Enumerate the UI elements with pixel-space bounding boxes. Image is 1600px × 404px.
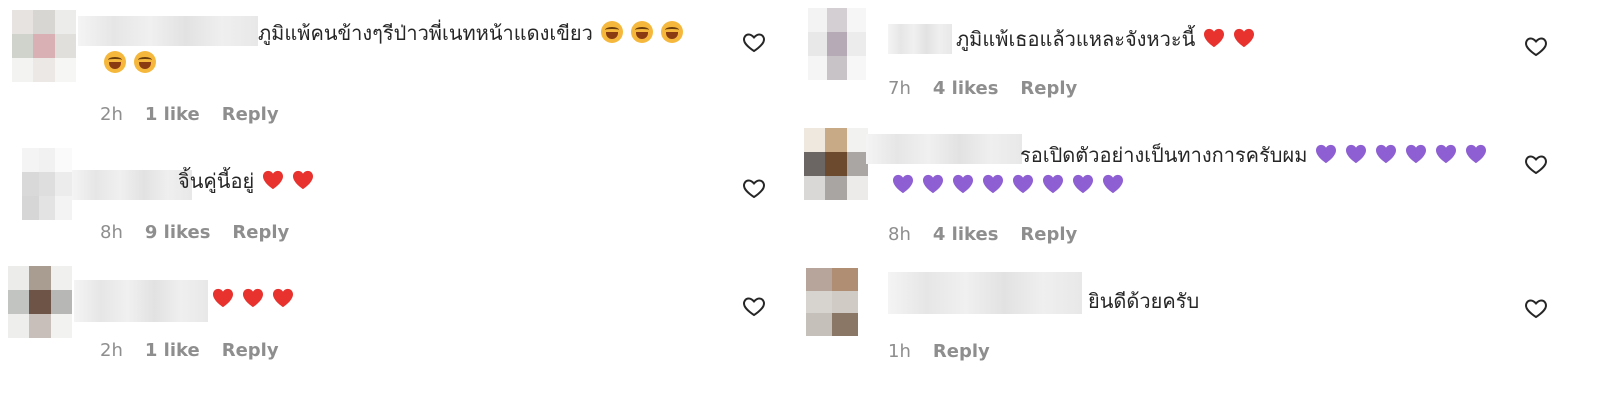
like-count[interactable]: 9 likes	[145, 222, 211, 243]
red-heart-emoji-icon	[213, 288, 233, 308]
avatar[interactable]	[22, 148, 72, 220]
purple-heart-emoji-icon	[983, 174, 1003, 194]
purple-heart-emoji-icon	[893, 174, 913, 194]
laughing-emoji-icon	[600, 21, 623, 43]
reply-button[interactable]: Reply	[222, 340, 279, 361]
red-heart-emoji-icon	[1234, 28, 1255, 48]
purple-heart-emoji-icon	[1346, 144, 1367, 164]
like-heart-icon[interactable]	[742, 176, 766, 200]
comment-meta: 7h 4 likes Reply	[888, 78, 1099, 99]
comment-time: 2h	[100, 340, 123, 361]
comment-text-continued	[884, 170, 1124, 200]
laughing-emoji-icon	[134, 51, 156, 73]
purple-heart-emoji-icon	[1073, 174, 1093, 194]
username-blurred[interactable]	[888, 272, 1082, 314]
comment-meta: 8h 9 likes Reply	[100, 222, 311, 243]
purple-heart-emoji-icon	[1013, 174, 1033, 194]
like-heart-icon[interactable]	[1524, 296, 1548, 320]
comment-meta: 8h 4 likes Reply	[888, 224, 1099, 245]
username-blurred[interactable]	[866, 134, 1022, 164]
comment-meta: 2h 1 like Reply	[100, 104, 301, 125]
red-heart-emoji-icon	[1204, 28, 1225, 48]
like-heart-icon[interactable]	[742, 294, 766, 318]
purple-heart-emoji-icon	[923, 174, 943, 194]
comment-meta: 1h Reply	[888, 341, 1012, 362]
comment-time: 8h	[888, 224, 911, 245]
like-heart-icon[interactable]	[742, 30, 766, 54]
comment-text	[204, 284, 294, 314]
comment-text-continued	[96, 48, 156, 78]
purple-heart-emoji-icon	[1466, 144, 1487, 164]
avatar[interactable]	[12, 10, 76, 82]
laughing-emoji-icon	[660, 21, 683, 43]
purple-heart-emoji-icon	[1043, 174, 1063, 194]
comment-text: ยินดีด้วยครับ	[1088, 289, 1200, 313]
like-count[interactable]: 4 likes	[933, 224, 999, 245]
comment-time: 2h	[100, 104, 123, 125]
like-heart-icon[interactable]	[1524, 34, 1548, 58]
reply-button[interactable]: Reply	[933, 341, 990, 362]
username-blurred[interactable]	[78, 16, 258, 46]
purple-heart-emoji-icon	[953, 174, 973, 194]
like-count[interactable]: 1 like	[145, 340, 200, 361]
red-heart-emoji-icon	[273, 288, 293, 308]
purple-heart-emoji-icon	[1406, 144, 1427, 164]
comment-meta: 2h 1 like Reply	[100, 340, 301, 361]
reply-button[interactable]: Reply	[1020, 78, 1077, 99]
avatar[interactable]	[808, 8, 866, 80]
comment-text: ภูมิแพ้คนข้างๆรีป่าวพี่เนทหน้าแดงเขียว	[258, 18, 683, 48]
username-blurred[interactable]	[72, 170, 192, 200]
purple-heart-emoji-icon	[1316, 144, 1337, 164]
like-heart-icon[interactable]	[1524, 152, 1548, 176]
laughing-emoji-icon	[630, 21, 653, 43]
purple-heart-emoji-icon	[1103, 174, 1123, 194]
red-heart-emoji-icon	[263, 170, 284, 190]
comment-text: จิ้นคู่นี้อยู่	[178, 166, 314, 196]
comment-time: 1h	[888, 341, 911, 362]
avatar[interactable]	[806, 268, 858, 336]
red-heart-emoji-icon	[243, 288, 263, 308]
like-count[interactable]: 4 likes	[933, 78, 999, 99]
comment-text: ภูมิแพ้เธอแล้วแหละจังหวะนี้	[956, 24, 1255, 54]
avatar[interactable]	[804, 128, 868, 200]
purple-heart-emoji-icon	[1436, 144, 1457, 164]
username-blurred[interactable]	[74, 280, 208, 322]
reply-button[interactable]: Reply	[1020, 224, 1077, 245]
purple-heart-emoji-icon	[1376, 144, 1397, 164]
laughing-emoji-icon	[104, 51, 126, 73]
username-blurred[interactable]	[888, 24, 952, 54]
comment-time: 8h	[100, 222, 123, 243]
red-heart-emoji-icon	[293, 170, 314, 190]
like-count[interactable]: 1 like	[145, 104, 200, 125]
reply-button[interactable]: Reply	[232, 222, 289, 243]
reply-button[interactable]: Reply	[222, 104, 279, 125]
comment-time: 7h	[888, 78, 911, 99]
comment-text: รอเปิดตัวอย่างเป็นทางการครับผม	[1020, 140, 1487, 170]
avatar[interactable]	[8, 266, 72, 338]
